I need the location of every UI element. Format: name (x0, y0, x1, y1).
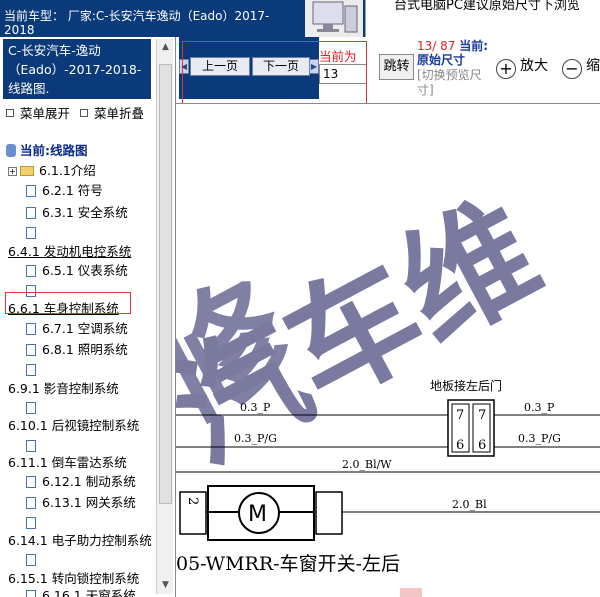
tree-item[interactable]: 6.10.1 后视镜控制系统 (8, 418, 139, 434)
ad-text: 台式电脑PC建议原始尺寸下浏览 (394, 0, 580, 13)
selection-highlight-box (5, 292, 131, 314)
scroll-thumb[interactable] (159, 64, 172, 504)
pin-number: 6 (478, 438, 486, 453)
doc-icon (26, 476, 36, 488)
component-caption: 05-WMRR-车窗开关-左后 (176, 553, 400, 575)
wire-label: 0.3_P (240, 401, 271, 414)
wiring-diagram-view[interactable]: 汽车维 修 地板接左后门 0.3_P 0.3_P/G 0.3_P 0.3_P/G… (176, 103, 600, 597)
doc-icon (26, 207, 36, 219)
tree-item[interactable]: 6.9.1 影音控制系统 (8, 381, 119, 397)
nav-highlight-box (182, 41, 367, 106)
zoom-in-icon: + (496, 59, 516, 79)
tree-item[interactable] (26, 362, 42, 378)
tree-item[interactable]: 6.15.1 转向锁控制系统 (8, 571, 139, 587)
current-model-label: 当前车型： 厂家:C-长安汽车逸动（Eado）2017- (4, 9, 270, 23)
pin-number: 7 (456, 408, 464, 423)
jump-button[interactable]: 跳转 (379, 54, 414, 80)
checkbox-icon (6, 109, 14, 117)
tree-item[interactable] (26, 225, 42, 241)
tree-item[interactable]: 6.3.1 安全系统 (26, 205, 128, 221)
zoom-out-button[interactable]: − 缩 (562, 55, 600, 79)
tree-item[interactable]: 6.14.1 电子助力控制系统 (8, 533, 152, 549)
tree-item[interactable]: 6.7.1 空调系统 (26, 321, 128, 337)
toolbar: ◀ 上一页 下一页 ▶ 当前为 跳转 13/ 87 当前: 原始尺寸 [切换预览… (176, 37, 600, 106)
expand-menu-button[interactable]: 菜单展开 (6, 106, 70, 121)
top-banner: 当前车型： 厂家:C-长安汽车逸动（Eado）2017- 2018 台式电脑PC… (0, 0, 600, 37)
doc-icon (26, 517, 36, 529)
computer-icon (305, 0, 363, 37)
tree-item[interactable]: 6.16.1 天窗系统 (26, 588, 136, 597)
tree-item[interactable]: +6.1.1介绍 (8, 163, 96, 179)
tree-item[interactable]: 6.11.1 倒车雷达系统 (8, 455, 127, 471)
connector-label: 地板接左后门 (430, 378, 502, 393)
expand-plus-icon[interactable]: + (8, 167, 17, 176)
tree-item[interactable]: 6.2.1 符号 (26, 183, 103, 199)
ad-banner[interactable]: 台式电脑PC建议原始尺寸下浏览 (365, 0, 600, 37)
scroll-down-icon[interactable]: ▼ (159, 579, 172, 592)
doc-icon (26, 323, 36, 335)
doc-icon (26, 590, 36, 597)
wire-label: 2.0_Bl (452, 498, 487, 511)
switch-size-link[interactable]: [切换预览尺寸] (417, 68, 492, 98)
tree-item[interactable]: 6.8.1 照明系统 (26, 342, 128, 358)
tree-item[interactable]: 6.5.1 仪表系统 (26, 263, 128, 279)
wire-label: 2.0_Bl/W (342, 458, 392, 471)
doc-icon (26, 440, 36, 452)
scroll-up-icon[interactable]: ▲ (159, 41, 172, 54)
original-size-link[interactable]: 原始尺寸 (417, 51, 465, 68)
sidebar-title: C-长安汽车-逸动（Eado）-2017-2018- 线路图. (3, 39, 151, 99)
wire-label: 0.3_P/G (234, 432, 277, 445)
doc-icon (26, 185, 36, 197)
doc-icon (26, 227, 36, 239)
doc-icon (26, 554, 36, 566)
sidebar-scrollbar[interactable]: ▲ ▼ (156, 39, 173, 594)
tree-item[interactable] (26, 515, 42, 531)
zoom-out-icon: − (562, 59, 582, 79)
menu-toggle-row: 菜单展开 菜单折叠 (6, 103, 150, 122)
tree-item[interactable]: 6.12.1 制动系统 (26, 474, 136, 490)
database-icon (6, 144, 16, 157)
pin-number: 6 (456, 438, 464, 453)
checkbox-icon (80, 109, 88, 117)
collapse-menu-button[interactable]: 菜单折叠 (80, 106, 144, 121)
doc-icon (26, 344, 36, 356)
wire-label: 0.3_P/G (518, 432, 561, 445)
sidebar: C-长安汽车-逸动（Eado）-2017-2018- 线路图. 菜单展开 菜单折… (0, 37, 176, 597)
doc-icon (26, 497, 36, 509)
tree-item[interactable] (26, 552, 42, 568)
wire-label: 0.3_P (524, 401, 555, 414)
doc-icon (26, 265, 36, 277)
tree-item[interactable]: 6.4.1 发动机电控系统 (8, 244, 131, 260)
tree-item[interactable]: 6.13.1 网关系统 (26, 495, 136, 511)
tree-item[interactable] (26, 400, 42, 416)
folder-icon (20, 166, 34, 176)
pin-number: 7 (478, 408, 486, 423)
doc-icon (26, 364, 36, 376)
motor-pin-number: 2 (185, 497, 200, 505)
doc-icon (26, 402, 36, 414)
tree-root[interactable]: 当前:线路图 (6, 143, 88, 159)
tree-item[interactable] (26, 438, 42, 454)
zoom-in-button[interactable]: + 放大 (496, 55, 548, 79)
motor-symbol: M (248, 502, 267, 527)
current-model-label-cont: 2018 (4, 23, 35, 37)
